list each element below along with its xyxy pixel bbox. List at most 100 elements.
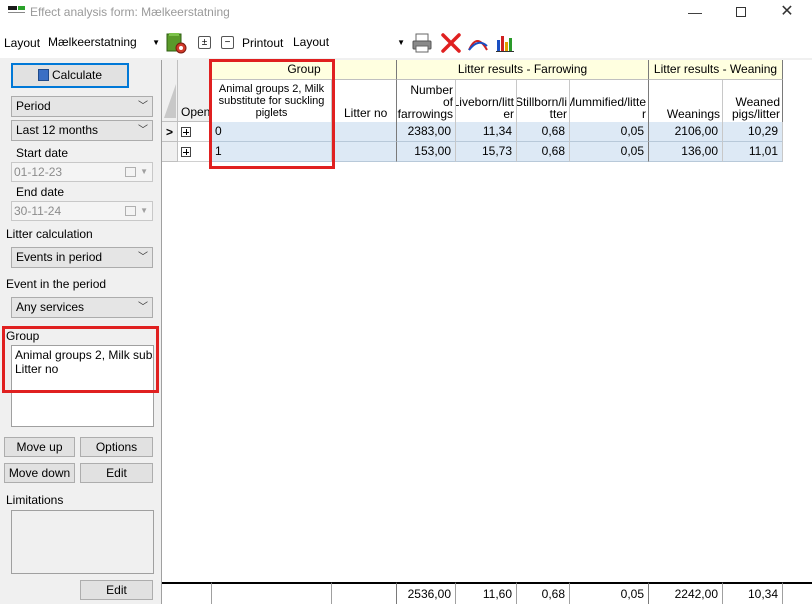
row-expand-cell[interactable] bbox=[178, 142, 212, 162]
layout-select-value: Mælkeerstatning bbox=[48, 35, 137, 49]
end-date-label: End date bbox=[16, 185, 65, 199]
printout-select-value: Layout bbox=[293, 35, 330, 49]
chevron-down-icon: ▼ bbox=[397, 38, 405, 47]
period-type-value: Period bbox=[16, 99, 51, 113]
totals-cell-litter-no bbox=[332, 582, 397, 604]
end-date-field[interactable]: 30-11-24 ▼ bbox=[11, 201, 153, 221]
calendar-icon bbox=[125, 206, 136, 216]
table-cell-liveborn: 15,73 bbox=[456, 142, 517, 162]
highlight-group-box bbox=[2, 326, 159, 393]
table-cell-weaned: 11,01 bbox=[723, 142, 783, 162]
open-column-header[interactable]: Open bbox=[178, 60, 212, 122]
calculate-label: Calculate bbox=[51, 68, 103, 82]
edit-limitations-button[interactable]: Edit bbox=[80, 580, 153, 600]
table-cell-stillborn: 0,68 bbox=[517, 122, 570, 142]
expand-row-icon[interactable] bbox=[181, 127, 191, 137]
table-cell-litter-no bbox=[332, 122, 397, 142]
weaning-group-header: Litter results - Weaning bbox=[649, 60, 783, 80]
minimize-button[interactable]: — bbox=[672, 0, 718, 26]
table-cell-liveborn: 11,34 bbox=[456, 122, 517, 142]
highlight-group-column bbox=[209, 59, 335, 169]
layout-settings-icon[interactable] bbox=[165, 32, 187, 54]
totals-cell-liveborn: 11,60 bbox=[456, 582, 517, 604]
totals-cell-group bbox=[212, 582, 332, 604]
table-cell-farrowings: 153,00 bbox=[397, 142, 456, 162]
bar-chart-icon[interactable] bbox=[494, 32, 516, 54]
open-header-label: Open bbox=[181, 105, 211, 119]
liveborn-column-header[interactable]: Liveborn/litt er bbox=[456, 80, 517, 122]
table-cell-weaned: 10,29 bbox=[723, 122, 783, 142]
table-cell-weanings: 2106,00 bbox=[649, 122, 723, 142]
chevron-down-icon: ﹀ bbox=[138, 101, 148, 112]
chevron-down-icon: ▼ bbox=[140, 167, 148, 176]
weaned-pigs-column-header[interactable]: Weaned pigs/litter bbox=[723, 80, 783, 122]
chevron-down-icon: ▼ bbox=[140, 206, 148, 215]
farrowings-column-header[interactable]: Number of farrowings bbox=[397, 80, 456, 122]
totals-cell-mummified: 0,05 bbox=[570, 582, 649, 604]
row-expand-cell[interactable] bbox=[178, 122, 212, 142]
totals-cell-weanings: 2242,00 bbox=[649, 582, 723, 604]
start-date-value: 01-12-23 bbox=[14, 165, 63, 179]
chevron-down-icon: ▼ bbox=[152, 38, 160, 47]
limitations-box[interactable] bbox=[11, 510, 154, 574]
layout-select[interactable]: Mælkeerstatning ▼ bbox=[46, 32, 162, 53]
move-down-button[interactable]: Move down bbox=[4, 463, 75, 483]
title-bar: Effect analysis form: Mælkeerstatning — … bbox=[0, 0, 812, 26]
limitations-label: Limitations bbox=[6, 493, 64, 507]
period-type-select[interactable]: Period ﹀ bbox=[11, 96, 153, 117]
event-select[interactable]: Any services ﹀ bbox=[11, 297, 153, 318]
collapse-all-button[interactable]: − bbox=[221, 36, 234, 49]
move-up-button[interactable]: Move up bbox=[4, 437, 75, 457]
farrowing-group-header: Litter results - Farrowing bbox=[397, 60, 649, 80]
event-value: Any services bbox=[16, 300, 85, 314]
totals-row-header bbox=[162, 582, 212, 604]
printout-select[interactable]: Layout ▼ bbox=[291, 32, 407, 53]
table-cell-mummified: 0,05 bbox=[570, 122, 649, 142]
litter-calculation-select[interactable]: Events in period ﹀ bbox=[11, 247, 153, 268]
mummified-column-header[interactable]: Mummified/litte r bbox=[570, 80, 649, 122]
calculator-icon bbox=[37, 69, 49, 81]
close-button[interactable]: ✕ bbox=[764, 0, 810, 26]
expand-row-icon[interactable] bbox=[181, 147, 191, 157]
totals-cell-weaned: 10,34 bbox=[723, 582, 783, 604]
chevron-down-icon: ﹀ bbox=[138, 302, 148, 313]
start-date-field[interactable]: 01-12-23 ▼ bbox=[11, 162, 153, 182]
chevron-down-icon: ﹀ bbox=[138, 252, 148, 263]
row-header bbox=[162, 142, 178, 162]
litter-calculation-label: Litter calculation bbox=[6, 227, 93, 241]
litter-no-header-label: Litter no bbox=[344, 106, 388, 120]
maximize-button[interactable] bbox=[718, 0, 764, 26]
app-icon bbox=[8, 6, 25, 17]
printer-icon[interactable] bbox=[411, 32, 433, 54]
chevron-down-icon: ﹀ bbox=[138, 125, 148, 136]
end-date-value: 30-11-24 bbox=[14, 204, 62, 218]
calendar-icon bbox=[125, 167, 136, 177]
totals-cell-filler bbox=[783, 582, 812, 604]
row-header-corner bbox=[162, 60, 178, 122]
litter-no-column-header[interactable]: Litter no bbox=[332, 80, 397, 122]
litter-calculation-value: Events in period bbox=[16, 250, 103, 264]
window-title: Effect analysis form: Mælkeerstatning bbox=[30, 5, 230, 19]
options-button[interactable]: Options bbox=[80, 437, 153, 457]
toolbar: Layout Mælkeerstatning ▼ ± − Printout La… bbox=[0, 26, 812, 58]
table-cell-stillborn: 0,68 bbox=[517, 142, 570, 162]
line-chart-icon[interactable] bbox=[467, 32, 489, 54]
event-label: Event in the period bbox=[6, 277, 107, 291]
printout-label: Printout bbox=[242, 36, 284, 50]
period-range-select[interactable]: Last 12 months ﹀ bbox=[11, 120, 153, 141]
table-cell-mummified: 0,05 bbox=[570, 142, 649, 162]
table-cell-weanings: 136,00 bbox=[649, 142, 723, 162]
totals-cell-farrowings: 2536,00 bbox=[397, 582, 456, 604]
layout-label: Layout bbox=[4, 36, 41, 50]
totals-cell-stillborn: 0,68 bbox=[517, 582, 570, 604]
calculate-button[interactable]: Calculate bbox=[11, 63, 129, 88]
stillborn-column-header[interactable]: Stillborn/li tter bbox=[517, 80, 570, 122]
weanings-column-header[interactable]: Weanings bbox=[649, 80, 723, 122]
table-cell-farrowings: 2383,00 bbox=[397, 122, 456, 142]
start-date-label: Start date bbox=[16, 146, 69, 160]
edit-group-button[interactable]: Edit bbox=[80, 463, 153, 483]
delete-icon[interactable] bbox=[440, 32, 462, 54]
current-row-indicator: > bbox=[162, 122, 178, 142]
expand-all-button[interactable]: ± bbox=[198, 36, 211, 49]
corner-triangle-icon bbox=[164, 84, 176, 118]
